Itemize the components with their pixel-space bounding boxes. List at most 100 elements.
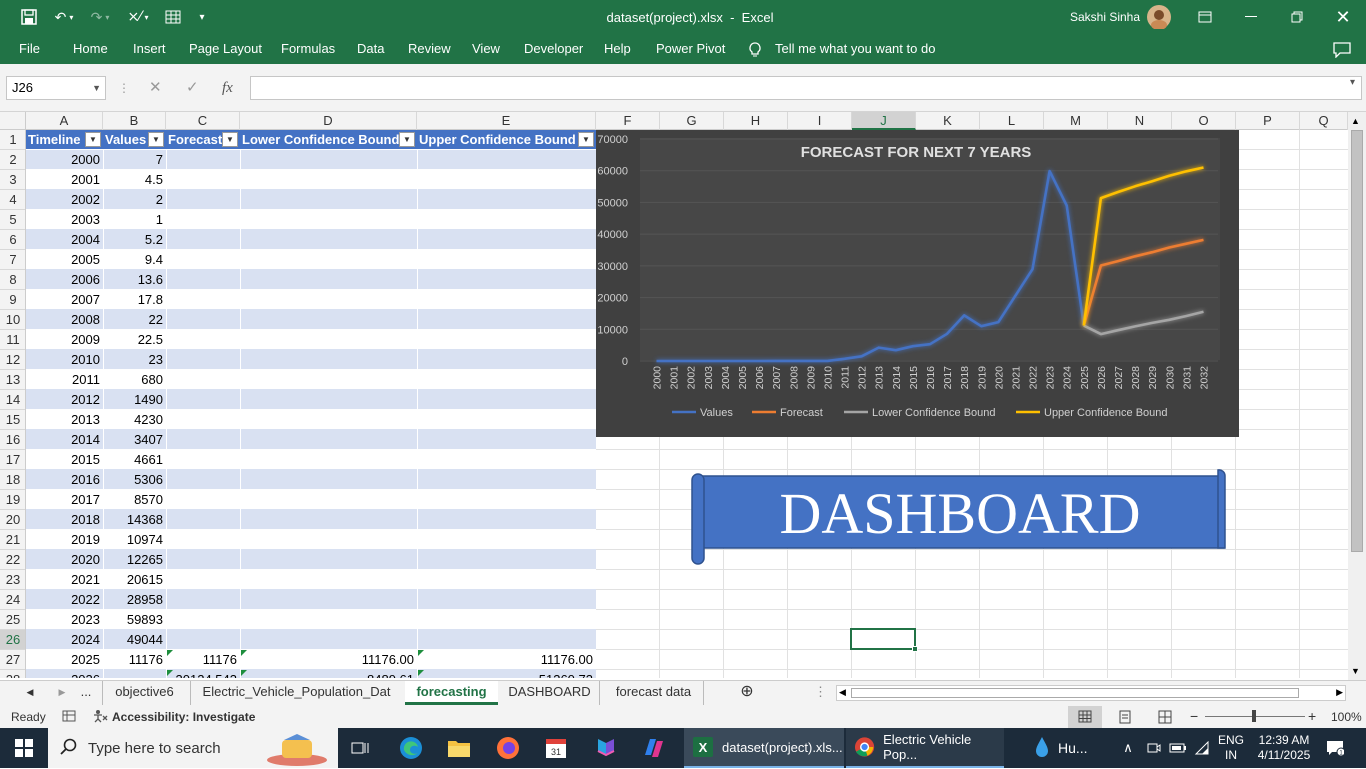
windows-start-icon[interactable] bbox=[0, 728, 48, 768]
table-cell[interactable]: 4661 bbox=[103, 450, 166, 470]
table-cell[interactable]: 2011 bbox=[26, 370, 103, 390]
tab-formulas[interactable]: Formulas bbox=[281, 34, 335, 64]
table-cell[interactable] bbox=[166, 350, 240, 370]
scroll-right-icon[interactable]: ▶ bbox=[1336, 687, 1343, 698]
tab-splitter[interactable]: ⋮ bbox=[814, 681, 827, 705]
table-cell[interactable] bbox=[240, 510, 417, 530]
table-cell[interactable]: 20615 bbox=[103, 570, 166, 590]
row-header[interactable]: 24 bbox=[0, 590, 25, 610]
table-cell[interactable]: 2020 bbox=[26, 550, 103, 570]
column-header-i[interactable]: I bbox=[788, 112, 852, 130]
zoom-in-icon[interactable]: + bbox=[1308, 708, 1316, 724]
table-cell[interactable] bbox=[240, 290, 417, 310]
column-header-q[interactable]: Q bbox=[1300, 112, 1348, 130]
table-cell[interactable] bbox=[417, 150, 596, 170]
accessibility-status[interactable]: Accessibility: Investigate bbox=[112, 710, 255, 724]
tab-page-layout[interactable]: Page Layout bbox=[189, 34, 262, 64]
table-cell[interactable] bbox=[240, 310, 417, 330]
table-cell[interactable] bbox=[240, 590, 417, 610]
table-cell[interactable] bbox=[240, 430, 417, 450]
lightbulb-icon[interactable] bbox=[748, 34, 762, 64]
clock[interactable]: 12:39 AM 4/11/2025 bbox=[1252, 728, 1316, 768]
table-cell[interactable] bbox=[240, 330, 417, 350]
ribbon-display-icon[interactable] bbox=[1190, 0, 1220, 34]
row-header[interactable]: 3 bbox=[0, 170, 25, 190]
cancel-icon[interactable]: ✕ bbox=[149, 76, 162, 100]
table-cell[interactable]: 2018 bbox=[26, 510, 103, 530]
table-cell[interactable] bbox=[240, 350, 417, 370]
table-cell[interactable] bbox=[417, 630, 596, 650]
tab-help[interactable]: Help bbox=[604, 34, 631, 64]
column-header-c[interactable]: C bbox=[166, 112, 240, 130]
column-header-cell[interactable]: Lower Confidence Bound bbox=[240, 130, 417, 150]
filter-dropdown-icon[interactable]: ▼ bbox=[148, 132, 164, 147]
row-header[interactable]: 22 bbox=[0, 550, 25, 570]
sheet-tab-dashboard[interactable]: DASHBOARD bbox=[500, 681, 600, 705]
row-header[interactable]: 11 bbox=[0, 330, 25, 350]
redo-icon[interactable]: ↷ ▾ bbox=[86, 0, 114, 34]
table-cell[interactable]: 2017 bbox=[26, 490, 103, 510]
taskbar-excel-app[interactable]: X dataset(project).xls... bbox=[684, 728, 844, 768]
table-cell[interactable] bbox=[166, 410, 240, 430]
table-cell[interactable]: 11176.00 bbox=[240, 650, 417, 670]
table-cell[interactable] bbox=[417, 470, 596, 490]
table-cell[interactable] bbox=[166, 370, 240, 390]
row-header[interactable]: 21 bbox=[0, 530, 25, 550]
table-cell[interactable]: 9.4 bbox=[103, 250, 166, 270]
table-cell[interactable]: 2004 bbox=[26, 230, 103, 250]
table-cell[interactable]: 2008 bbox=[26, 310, 103, 330]
table-cell[interactable] bbox=[166, 610, 240, 630]
table-cell[interactable]: 2023 bbox=[26, 610, 103, 630]
table-cell[interactable] bbox=[417, 370, 596, 390]
table-cell[interactable] bbox=[166, 490, 240, 510]
table-cell[interactable]: 22 bbox=[103, 310, 166, 330]
add-sheet-icon[interactable]: ⊕ bbox=[736, 681, 758, 705]
column-header-h[interactable]: H bbox=[724, 112, 788, 130]
sort-filter-icon[interactable]: ⨯⁄ ▾ bbox=[120, 0, 156, 34]
table-cell[interactable]: 2009 bbox=[26, 330, 103, 350]
table-cell[interactable] bbox=[166, 210, 240, 230]
table-cell[interactable]: 2021 bbox=[26, 570, 103, 590]
row-header[interactable]: 26 bbox=[0, 630, 25, 650]
table-cell[interactable]: 30124.543 bbox=[166, 670, 240, 678]
row-header[interactable]: 10 bbox=[0, 310, 25, 330]
taskbar-chrome-app[interactable]: Electric Vehicle Pop... bbox=[846, 728, 1004, 768]
insert-function-icon[interactable]: fx bbox=[222, 76, 233, 100]
table-cell[interactable] bbox=[240, 410, 417, 430]
table-cell[interactable] bbox=[417, 570, 596, 590]
table-cell[interactable]: 14368 bbox=[103, 510, 166, 530]
table-cell[interactable]: 5.2 bbox=[103, 230, 166, 250]
tell-me-search[interactable]: Tell me what you want to do bbox=[775, 34, 935, 64]
sheet-tab-objective6[interactable]: objective6 bbox=[102, 681, 186, 705]
table-cell[interactable] bbox=[166, 630, 240, 650]
table-cell[interactable]: 2000 bbox=[26, 150, 103, 170]
tab-home[interactable]: Home bbox=[73, 34, 108, 64]
table-cell[interactable] bbox=[166, 270, 240, 290]
scroll-left-icon[interactable]: ◀ bbox=[839, 687, 846, 698]
table-cell[interactable]: 2016 bbox=[26, 470, 103, 490]
table-cell[interactable] bbox=[240, 190, 417, 210]
row-header[interactable]: 7 bbox=[0, 250, 25, 270]
table-cell[interactable]: 51360.73 bbox=[417, 670, 596, 678]
table-cell[interactable] bbox=[166, 310, 240, 330]
row-header[interactable]: 14 bbox=[0, 390, 25, 410]
column-header-d[interactable]: D bbox=[240, 112, 417, 130]
table-cell[interactable]: 11176.00 bbox=[417, 650, 596, 670]
comments-icon[interactable] bbox=[1333, 34, 1351, 64]
table-cell[interactable] bbox=[240, 250, 417, 270]
table-cell[interactable]: 11176 bbox=[103, 650, 166, 670]
table-cell[interactable]: 2005 bbox=[26, 250, 103, 270]
table-cell[interactable]: 17.8 bbox=[103, 290, 166, 310]
table-cell[interactable]: 2013 bbox=[26, 410, 103, 430]
table-cell[interactable] bbox=[166, 230, 240, 250]
row-header[interactable]: 4 bbox=[0, 190, 25, 210]
avatar[interactable] bbox=[1146, 0, 1172, 34]
column-header-b[interactable]: B bbox=[103, 112, 166, 130]
table-cell[interactable]: 2001 bbox=[26, 170, 103, 190]
table-icon[interactable] bbox=[162, 0, 184, 34]
save-icon[interactable] bbox=[18, 0, 40, 34]
minimize-icon[interactable] bbox=[1236, 0, 1266, 34]
table-cell[interactable] bbox=[240, 370, 417, 390]
row-header[interactable]: 19 bbox=[0, 490, 25, 510]
table-cell[interactable] bbox=[166, 590, 240, 610]
